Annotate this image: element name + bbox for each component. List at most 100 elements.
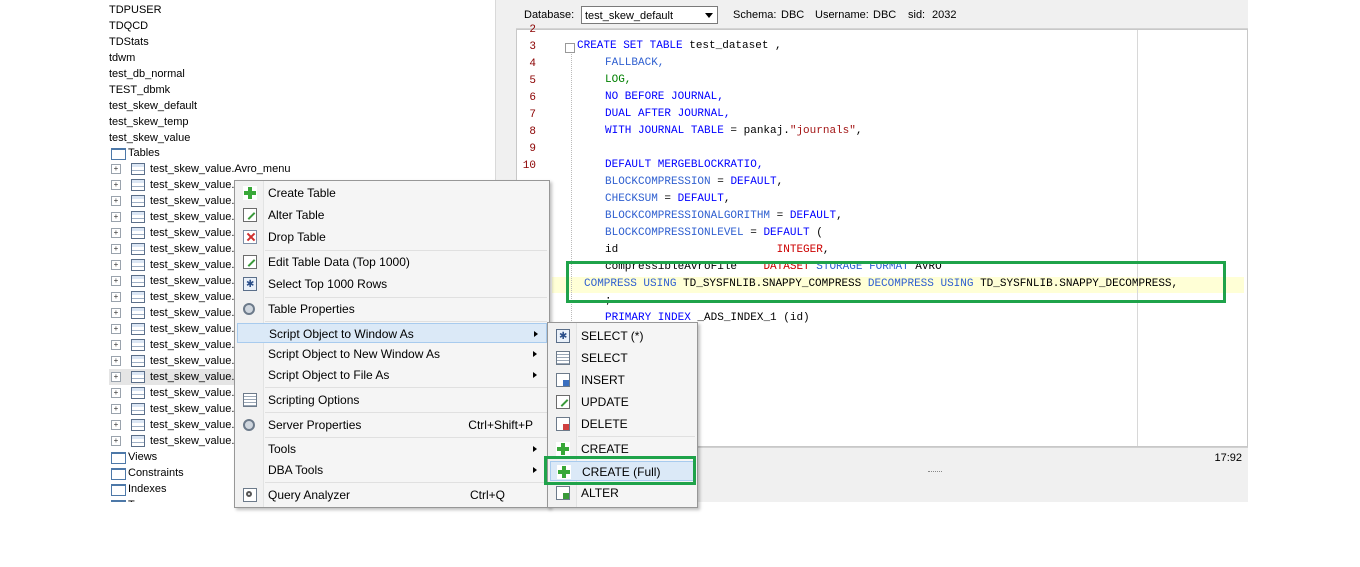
menu-item-server-properties[interactable]: Server Properties Ctrl+Shift+P [237, 415, 545, 435]
folder-icon [111, 500, 126, 502]
submenu-arrow-icon [533, 446, 537, 452]
table-icon [131, 371, 145, 383]
table-icon [131, 243, 145, 255]
expand-icon[interactable]: + [111, 356, 121, 366]
code-line: DUAL AFTER JOURNAL, [605, 108, 731, 120]
table-icon [131, 403, 145, 415]
insert-icon [556, 373, 570, 387]
database-select-value: test_skew_default [585, 10, 674, 22]
table-icon [131, 227, 145, 239]
submenu-item-select[interactable]: SELECT [550, 348, 694, 368]
expand-icon[interactable]: + [111, 388, 121, 398]
options-icon [243, 393, 257, 407]
tree-folder-tables[interactable]: Tables [109, 145, 229, 161]
tree-item-database[interactable]: TDPUSER [109, 1, 162, 17]
table-name: test_skew_value.a [150, 179, 241, 191]
submenu-item-select-star[interactable]: SELECT (*) [550, 326, 694, 347]
table-icon [131, 419, 145, 431]
delete-icon [243, 230, 257, 244]
expand-icon[interactable]: + [111, 196, 121, 206]
table-icon [131, 291, 145, 303]
database-label: Database: [524, 9, 575, 21]
select-star-icon [556, 327, 570, 347]
folder-icon [111, 148, 126, 160]
tree-item-database[interactable]: test_db_normal [109, 65, 185, 81]
menu-item-edit-table-data[interactable]: Edit Table Data (Top 1000) [237, 252, 545, 272]
tree-item-database[interactable]: TEST_dbmk [109, 81, 170, 97]
select-icon [556, 351, 570, 365]
menu-item-script-to-window[interactable]: Script Object to Window As [237, 323, 547, 343]
expand-icon[interactable]: + [111, 244, 121, 254]
expand-icon[interactable]: + [111, 180, 121, 190]
expand-icon[interactable]: + [111, 228, 121, 238]
menu-item-tools[interactable]: Tools [237, 439, 545, 459]
expand-icon[interactable]: + [111, 260, 121, 270]
expand-icon[interactable]: + [111, 436, 121, 446]
tree-item-table[interactable]: + test_skew_value. [109, 369, 235, 385]
menu-separator [265, 250, 547, 251]
expand-icon[interactable]: + [111, 340, 121, 350]
expand-icon[interactable]: + [111, 372, 121, 382]
resize-grip[interactable] [928, 471, 942, 474]
code-line: LOG, [605, 74, 632, 86]
menu-item-script-to-new-window[interactable]: Script Object to New Window As [237, 344, 545, 364]
edit-data-icon [243, 255, 257, 269]
tree-folder-constraints[interactable]: Constraints [109, 465, 229, 481]
menu-item-table-properties[interactable]: Table Properties [237, 299, 545, 319]
expand-icon[interactable]: + [111, 164, 121, 174]
properties-icon [243, 303, 255, 315]
database-select[interactable]: test_skew_default [581, 6, 718, 24]
code-line: NO BEFORE JOURNAL, [605, 91, 724, 103]
expand-icon[interactable]: + [111, 324, 121, 334]
menu-item-dba-tools[interactable]: DBA Tools [237, 460, 545, 480]
expand-icon[interactable]: + [111, 404, 121, 414]
expand-icon[interactable]: + [111, 420, 121, 430]
folder-icon [111, 452, 126, 464]
table-icon [131, 163, 145, 175]
menu-item-alter-table[interactable]: Alter Table [237, 205, 545, 225]
tree-item-database[interactable]: test_skew_default [109, 97, 197, 113]
table-name: test_skew_value.T [150, 339, 242, 351]
submenu-item-delete[interactable]: DELETE [550, 414, 694, 434]
expand-icon[interactable]: + [111, 212, 121, 222]
table-name: test_skew_value.c [150, 211, 240, 223]
tree-item-database[interactable]: test_skew_temp [109, 113, 188, 129]
sid-label: sid: [908, 9, 926, 21]
menu-item-script-to-file[interactable]: Script Object to File As [237, 365, 545, 385]
tree-item-database[interactable]: TDQCD [109, 17, 148, 33]
tree-folder-partial[interactable]: T [109, 497, 229, 502]
add-icon [243, 186, 257, 200]
expand-icon[interactable]: + [111, 276, 121, 286]
table-name: test_skew_value. [150, 419, 235, 431]
fold-toggle-icon[interactable] [565, 43, 575, 53]
submenu-item-insert[interactable]: INSERT [550, 370, 694, 390]
line-number: 7 [529, 109, 536, 121]
editor-margin-line [1137, 30, 1138, 446]
tree-item-database[interactable]: tdwm [109, 49, 135, 65]
table-name: test_skew_value.T [150, 435, 242, 447]
menu-item-query-analyzer[interactable]: Query Analyzer Ctrl+Q [237, 485, 545, 505]
tree-item-database[interactable]: TDStats [109, 33, 149, 49]
schema-value: DBC [781, 9, 805, 21]
tree-item-database[interactable]: test_skew_value [109, 129, 190, 145]
table-name: test_skew_value.Avro_menu [150, 163, 291, 175]
submenu-item-alter[interactable]: ALTER [550, 483, 694, 503]
menu-item-drop-table[interactable]: Drop Table [237, 227, 545, 247]
menu-separator [265, 321, 547, 322]
highlight-box-create-full [544, 456, 696, 485]
table-name: test_skew_value.T [150, 307, 242, 319]
tree-folder-views[interactable]: Views [109, 449, 229, 465]
table-name: test_skew_value. [150, 387, 235, 399]
menu-item-select-top[interactable]: Select Top 1000 Rows [237, 274, 545, 295]
select-star-icon [243, 275, 257, 295]
chevron-down-icon[interactable] [705, 13, 713, 18]
submenu-item-update[interactable]: UPDATE [550, 392, 694, 412]
menu-separator [265, 297, 547, 298]
tree-item-table[interactable]: + test_skew_value.Avro_menu [109, 161, 349, 177]
menu-item-create-table[interactable]: Create Table [237, 183, 545, 203]
tree-folder-indexes[interactable]: Indexes [109, 481, 229, 497]
menu-item-scripting-options[interactable]: Scripting Options [237, 390, 545, 410]
line-number: 2 [529, 24, 536, 36]
expand-icon[interactable]: + [111, 308, 121, 318]
expand-icon[interactable]: + [111, 292, 121, 302]
